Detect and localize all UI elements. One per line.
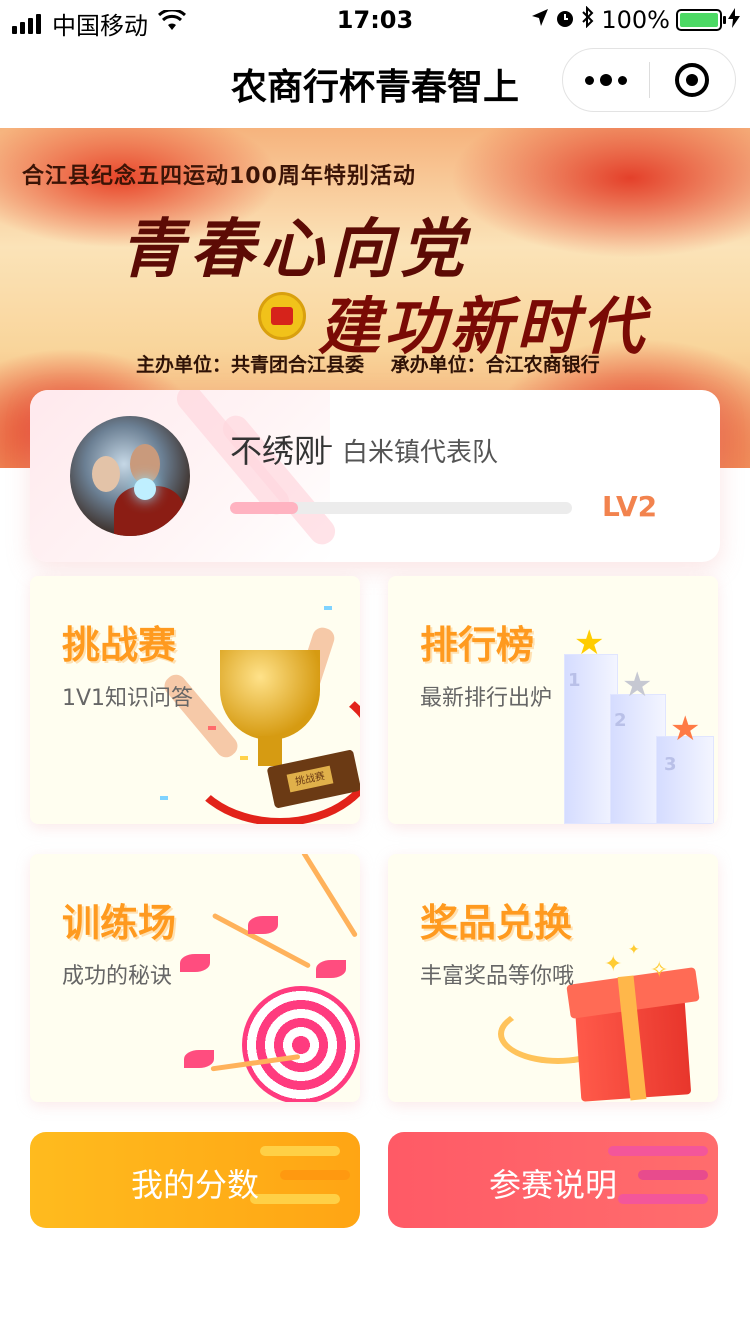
challenge-title: 挑战赛 (62, 623, 177, 667)
silver-star-icon: ★ (622, 665, 653, 705)
nav-bar: 农商行杯青春智上 (0, 40, 750, 128)
level-badge: LV2 (602, 490, 658, 523)
prize-title: 奖品兑换 (420, 901, 573, 945)
status-right: 100% (525, 5, 740, 34)
user-name: 不绣刚 (230, 432, 327, 470)
ranking-tile[interactable]: 1 2 3 ★ ★ ★ 排行榜 最新排行出炉 (388, 576, 718, 824)
bronze-star-icon: ★ (670, 709, 701, 749)
battery-icon (676, 9, 726, 31)
ranking-title: 排行榜 (420, 623, 535, 667)
miniprogram-capsule (562, 48, 736, 112)
prize-tile[interactable]: ✦ ✧ ✦ 奖品兑换 丰富奖品等你哦 (388, 854, 718, 1102)
challenge-tile[interactable]: 挑战赛 挑战赛 1V1知识问答 (30, 576, 360, 824)
ranking-subtitle: 最新排行出炉 (420, 686, 553, 711)
alarm-icon (555, 6, 575, 34)
podium-label-3: 3 (664, 754, 677, 775)
sparkle-icon: ✦ (604, 952, 623, 977)
level-progress-fill (230, 502, 299, 514)
youth-league-emblem-icon (258, 292, 306, 340)
target-icon (242, 986, 360, 1102)
name-separator: – (320, 430, 333, 460)
podium-third (656, 736, 714, 824)
rules-label: 参赛说明 (488, 1166, 617, 1204)
battery-fill (680, 13, 718, 27)
banner-organizer: 承办单位：合江农商银行 (390, 354, 600, 376)
location-icon (531, 6, 549, 34)
banner-organizers: 主办单位：共青团合江县委 承办单位：合江农商银行 (136, 350, 620, 377)
battery-percent: 100% (601, 6, 670, 34)
banner-host: 主办单位：共青团合江县委 (136, 354, 365, 376)
prize-subtitle: 丰富奖品等你哦 (420, 964, 575, 989)
level-progress-bar (230, 502, 572, 514)
bluetooth-icon (581, 5, 595, 34)
avatar[interactable] (70, 416, 190, 536)
podium-label-1: 1 (568, 670, 581, 691)
training-subtitle: 成功的秘诀 (62, 964, 173, 989)
charging-icon (728, 6, 740, 34)
gold-star-icon: ★ (574, 623, 605, 663)
rules-button[interactable]: 参赛说明 (388, 1132, 718, 1228)
more-dots-icon[interactable] (563, 48, 649, 112)
my-score-label: 我的分数 (130, 1166, 259, 1204)
banner-subtitle: 合江县纪念五四运动100周年特别活动 (22, 164, 416, 189)
status-bar: 中国移动 17:03 100% (0, 0, 750, 40)
my-score-button[interactable]: 我的分数 (30, 1132, 360, 1228)
training-tile[interactable]: 训练场 成功的秘诀 (30, 854, 360, 1102)
profile-card: 不绣刚 – 白米镇代表队 LV2 (30, 390, 720, 562)
training-title: 训练场 (62, 901, 177, 945)
challenge-subtitle: 1V1知识问答 (62, 686, 194, 711)
user-team: 白米镇代表队 (342, 438, 499, 468)
close-miniprogram-icon[interactable] (650, 48, 736, 112)
podium-label-2: 2 (614, 710, 627, 731)
